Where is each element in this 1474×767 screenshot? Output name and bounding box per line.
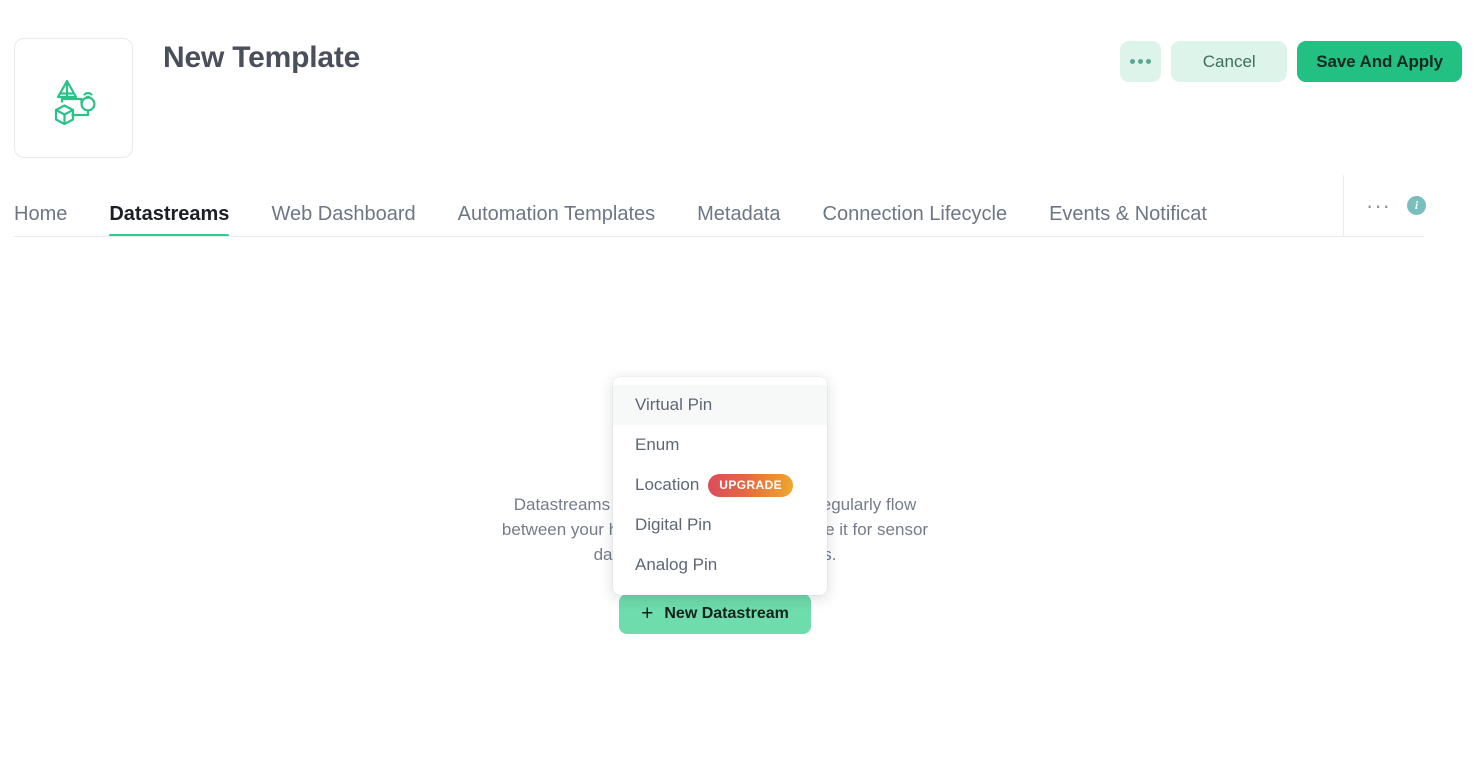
more-options-button[interactable]: [1120, 41, 1162, 82]
new-datastream-label: New Datastream: [664, 605, 789, 622]
header-actions: Cancel Save And Apply: [1120, 41, 1462, 82]
menu-item-digital-pin[interactable]: Digital Pin: [613, 505, 827, 545]
tab-web-dashboard[interactable]: Web Dashboard: [271, 175, 415, 237]
new-datastream-button[interactable]: + New Datastream: [619, 594, 811, 634]
app-window: New Template Cancel Save And Apply Home …: [0, 0, 1474, 767]
tab-home[interactable]: Home: [14, 175, 67, 237]
menu-item-label: Enum: [635, 435, 680, 454]
cancel-button[interactable]: Cancel: [1171, 41, 1288, 82]
tab-overflow-cluster: ··· i: [1343, 175, 1436, 236]
menu-item-label: Analog Pin: [635, 555, 718, 574]
tab-automation-templates[interactable]: Automation Templates: [458, 175, 656, 237]
info-icon[interactable]: i: [1406, 196, 1426, 215]
menu-item-location[interactable]: Location UPGRADE: [613, 465, 827, 505]
tab-overflow-button[interactable]: ···: [1366, 194, 1391, 216]
tab-list: Home Datastreams Web Dashboard Automatio…: [14, 175, 1249, 237]
datastream-type-menu: Virtual Pin Enum Location UPGRADE Digita…: [613, 377, 827, 595]
menu-item-label: Virtual Pin: [635, 395, 713, 414]
menu-item-label: Location: [635, 475, 700, 494]
ellipsis-icon: [1130, 59, 1152, 64]
menu-item-analog-pin[interactable]: Analog Pin: [613, 545, 827, 585]
tab-connection-lifecycle[interactable]: Connection Lifecycle: [823, 175, 1008, 237]
tab-datastreams[interactable]: Datastreams: [109, 175, 230, 237]
tab-events-notifications[interactable]: Events & Notificat: [1049, 175, 1207, 237]
upgrade-badge: UPGRADE: [708, 473, 794, 497]
tab-metadata[interactable]: Metadata: [697, 175, 780, 237]
tab-bar: Home Datastreams Web Dashboard Automatio…: [0, 175, 1474, 237]
iot-template-icon: [45, 69, 103, 127]
save-and-apply-button[interactable]: Save And Apply: [1297, 41, 1462, 82]
page-title: New Template: [163, 41, 361, 74]
menu-item-virtual-pin[interactable]: Virtual Pin: [613, 385, 827, 425]
menu-item-label: Digital Pin: [635, 515, 712, 534]
menu-item-enum[interactable]: Enum: [613, 425, 827, 465]
page-header: New Template Cancel Save And Apply: [0, 0, 1474, 175]
template-logo[interactable]: [14, 38, 133, 158]
plus-icon: +: [641, 601, 654, 625]
